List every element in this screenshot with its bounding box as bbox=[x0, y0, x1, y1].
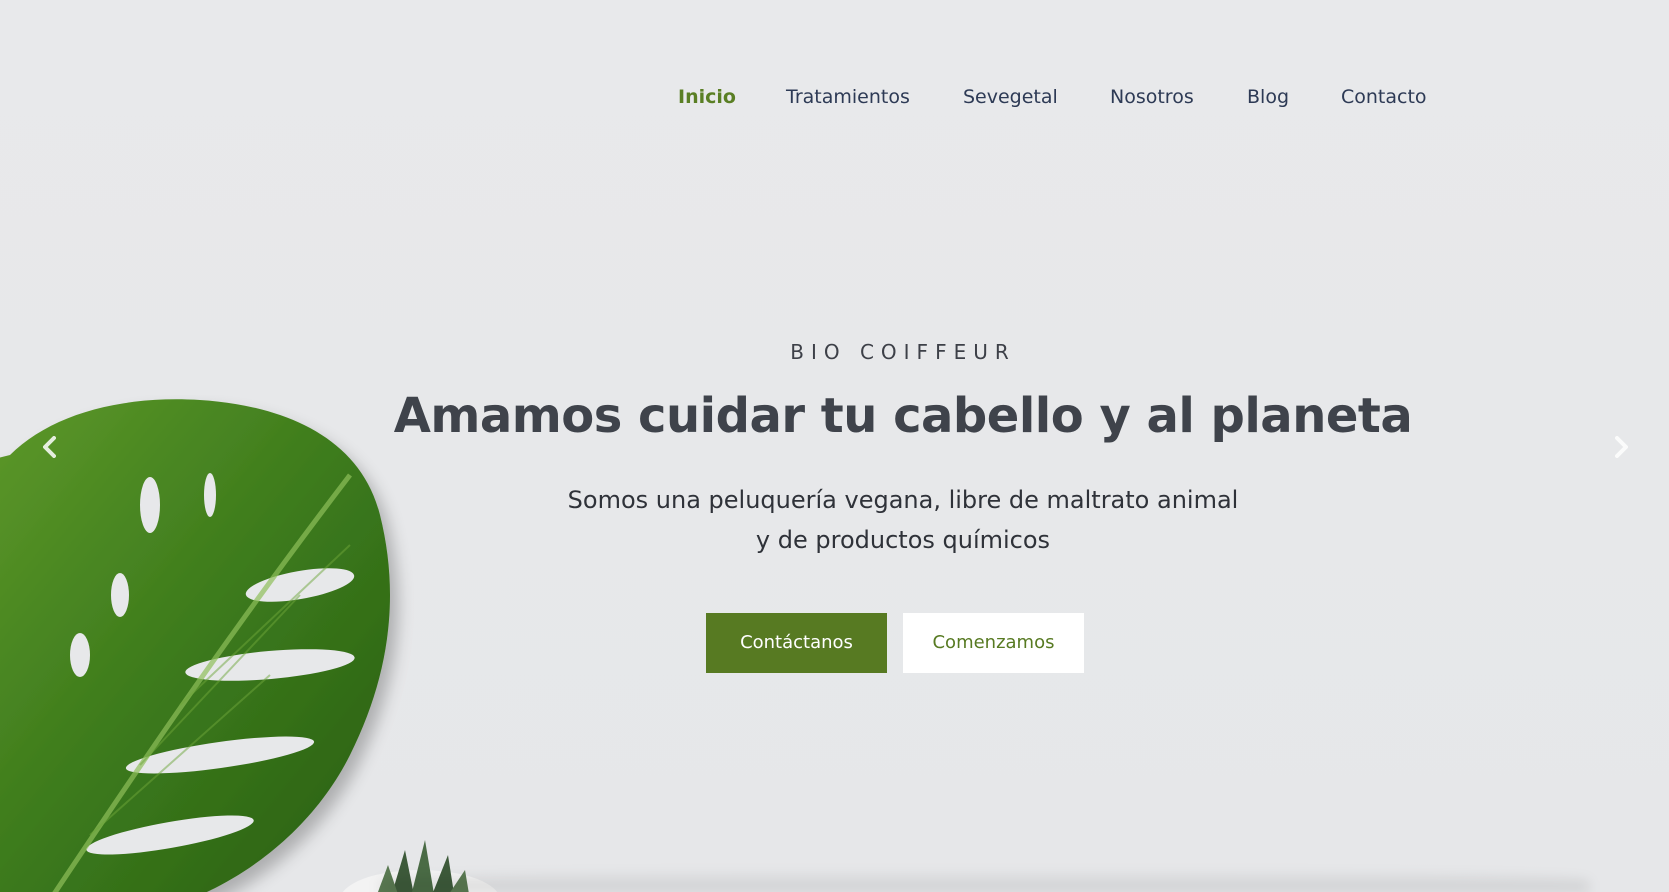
hero-subline-line-2: y de productos químicos bbox=[755, 526, 1051, 554]
hero-subline-line-1: Somos una peluquería vegana, libre de ma… bbox=[567, 486, 1239, 514]
start-button[interactable]: Comenzamos bbox=[903, 613, 1084, 673]
contact-button[interactable]: Contáctanos bbox=[706, 613, 887, 673]
top-navigation: Inicio Tratamientos Sevegetal Nosotros B… bbox=[0, 80, 1669, 114]
nav-item-sevegetal[interactable]: Sevegetal bbox=[963, 80, 1058, 114]
hero-section: Inicio Tratamientos Sevegetal Nosotros B… bbox=[0, 0, 1669, 892]
nav-item-nosotros[interactable]: Nosotros bbox=[1110, 80, 1194, 114]
nav-item-blog[interactable]: Blog bbox=[1247, 80, 1289, 114]
section-bottom-shadow bbox=[380, 870, 1589, 892]
nav-item-contacto[interactable]: Contacto bbox=[1341, 80, 1427, 114]
hero-headline: Amamos cuidar tu cabello y al planeta bbox=[393, 388, 1413, 444]
nav-item-inicio[interactable]: Inicio bbox=[678, 80, 736, 114]
monstera-leaf-image bbox=[0, 399, 390, 892]
nav-item-tratamientos[interactable]: Tratamientos bbox=[786, 80, 910, 114]
hero-eyebrow: BIO COIFFEUR bbox=[790, 340, 1016, 364]
